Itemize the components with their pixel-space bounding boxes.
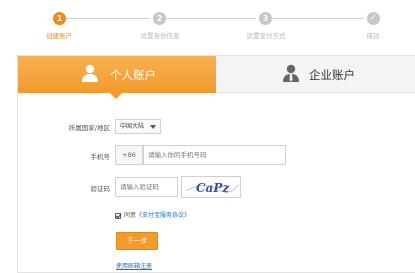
captcha-text: CaPz <box>196 181 230 195</box>
service-agreement-link[interactable]: 《支付宝服务协议》 <box>136 212 190 219</box>
agree-checkbox[interactable] <box>115 212 121 219</box>
code-label: 验证码 <box>90 185 111 193</box>
captcha-input[interactable] <box>115 177 178 197</box>
person-icon <box>82 64 98 82</box>
step-4-label: 成功 <box>366 32 380 40</box>
tab-personal-label: 个人账户 <box>110 68 156 82</box>
step-1-circle: 1 <box>53 12 66 25</box>
step-connector <box>166 18 256 19</box>
tab-enterprise-label: 企业账户 <box>309 68 355 82</box>
region-select[interactable]: 中国大陆 <box>115 119 161 134</box>
step-3-label: 设置支付方式 <box>246 32 286 40</box>
registration-stepper: 1 2 3 ✓ 创建账户 设置身份信息 设置支付方式 成功 <box>0 0 415 50</box>
step-4-check-icon: ✓ <box>367 12 380 25</box>
next-button[interactable]: 下一步 <box>116 232 158 250</box>
phone-input[interactable] <box>143 145 286 165</box>
agree-prefix: 同意 <box>124 212 137 219</box>
region-select-value: 中国大陆 <box>120 123 145 130</box>
step-connector <box>272 18 364 19</box>
step-3-circle: 3 <box>259 12 272 25</box>
chevron-down-icon <box>150 125 156 129</box>
step-2-label: 设置身份信息 <box>140 32 180 40</box>
phone-country-code[interactable]: +86 <box>115 145 143 165</box>
email-register-link[interactable]: 使用邮箱注册 <box>116 261 152 270</box>
region-label: 所属国家/地区 <box>68 124 110 132</box>
agreement-row: 同意《支付宝服务协议》 <box>115 210 190 219</box>
registration-card: 个人账户 企业账户 所属国家/地区 中国大陆 手机号 +86 验证码 CaPz … <box>17 55 415 273</box>
tab-personal-account[interactable]: 个人账户 <box>18 56 216 99</box>
step-1-label: 创建账户 <box>46 32 72 40</box>
business-person-icon <box>283 64 299 82</box>
step-2-circle: 2 <box>153 12 166 25</box>
account-type-tabs: 个人账户 企业账户 <box>18 56 415 99</box>
tab-enterprise-account[interactable]: 企业账户 <box>216 56 415 93</box>
phone-label: 手机号 <box>90 153 111 161</box>
captcha-image[interactable]: CaPz <box>181 176 241 198</box>
step-connector <box>66 18 150 19</box>
captcha-graphic: CaPz <box>185 181 239 195</box>
